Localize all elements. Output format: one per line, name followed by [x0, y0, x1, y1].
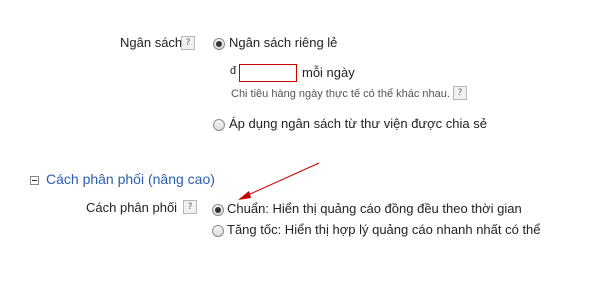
- annotation-arrow-line: [247, 162, 320, 196]
- annotation-arrow-head: [238, 191, 251, 200]
- annotation-arrow: [238, 162, 320, 200]
